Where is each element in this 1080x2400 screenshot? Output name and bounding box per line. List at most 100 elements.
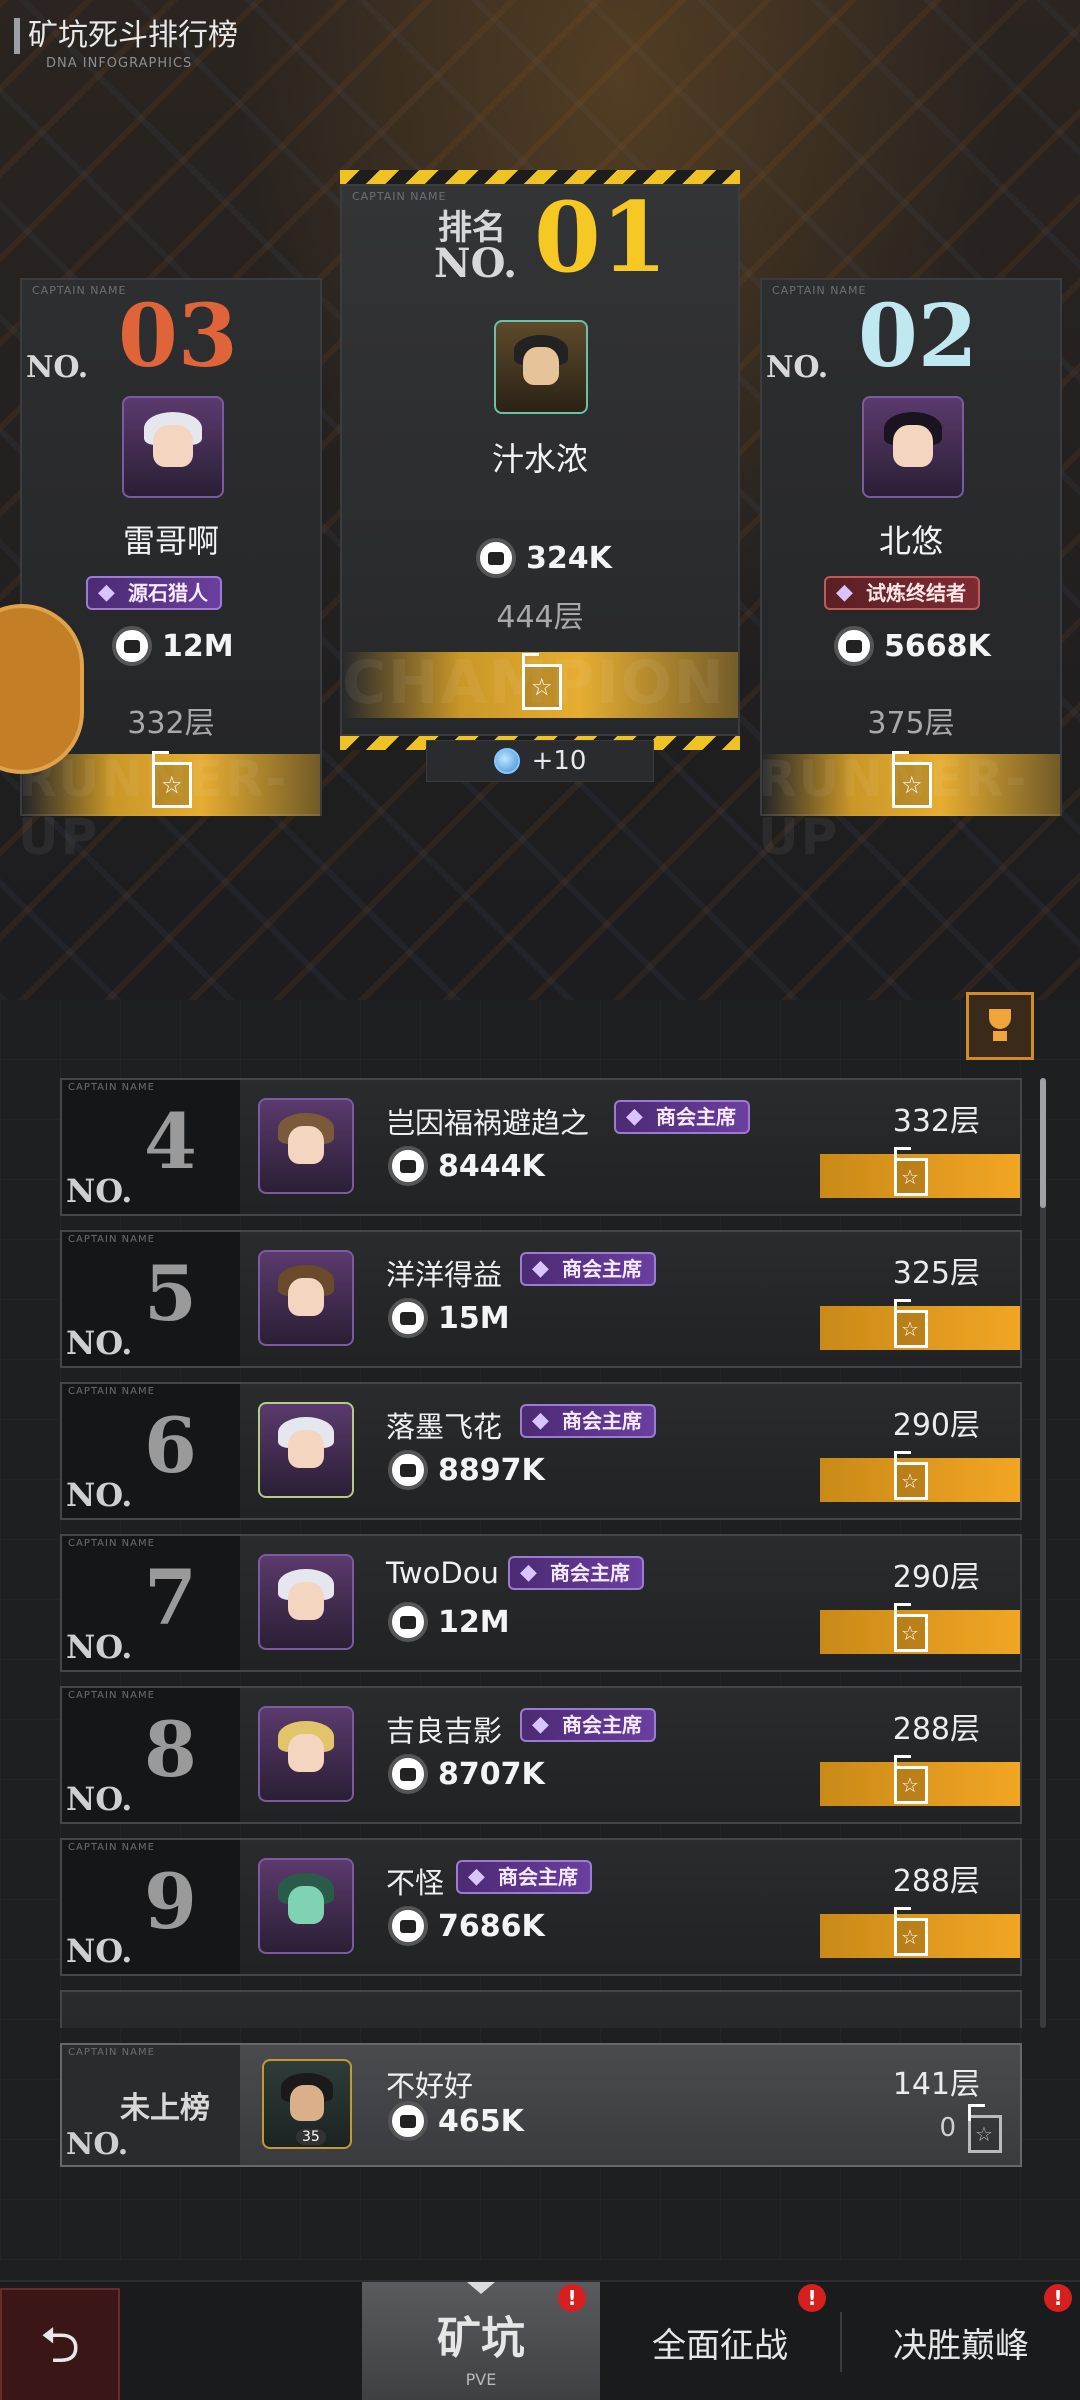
player-avatar [494,320,588,414]
tab-mine[interactable]: 矿坑 PVE ! [362,2282,600,2400]
floor-value: 288层 [892,1864,980,1899]
trophy-icon [983,1009,1017,1043]
floor-value: 141层 [892,2067,980,2102]
flag-icon [894,1603,928,1652]
captain-name-tag: CAPTAIN NAME [68,1538,155,1549]
floor-value: 375层 [867,706,955,741]
flag-icon [894,1147,928,1196]
ranking-row[interactable]: CAPTAIN NAME 7 NO. TwoDou 商会主席 12M 290层 [60,1534,1022,1672]
ranking-row[interactable]: CAPTAIN NAME 4 NO. 岂因福祸避趋之 商会主席 8444K 33… [60,1078,1022,1216]
rank-number: 4 [144,1097,197,1186]
rank-no-label: NO. [66,1628,133,1666]
floor-value: 444层 [496,600,584,635]
player-name: 北悠 [878,522,943,560]
rank-no-label: NO. [66,1172,133,1210]
power-value: 12M [438,1604,510,1640]
flag-icon [894,1451,928,1500]
scrollbar-thumb[interactable] [1040,1078,1046,1208]
power-stat: 465K [388,2101,524,2141]
podium-first[interactable]: CAPTAIN NAME 排名 NO. 01 汁水浓 324K 444层 CHA… [340,184,740,736]
rank-box: CAPTAIN NAME 6 NO. [62,1384,240,1518]
my-ranking-row[interactable]: CAPTAIN NAME 未上榜 NO. 35 不好好 465K 141层 0 [60,2043,1022,2167]
rank-no-label: NO. [66,2127,129,2162]
ranking-row[interactable]: CAPTAIN NAME 9 NO. 不怪 商会主席 7686K 288层 [60,1838,1022,1976]
floor-value: 290层 [892,1560,980,1595]
fist-icon [388,1146,428,1186]
player-avatar: 35 [262,2059,352,2149]
player-level: 35 [296,2129,326,2145]
flag-icon [894,1755,928,1804]
player-name: 岂因福祸避趋之 [386,1106,590,1140]
tab-label: 矿坑 [437,2313,525,2364]
bottom-tab-bar: ⮌ 矿坑 PVE ! 全面征战 ! 决胜巅峰 ! [0,2280,1080,2400]
player-name: 洋洋得益 [386,1258,503,1292]
title-badge: 商会主席 [456,1860,592,1894]
tab-label: 全面征战 [652,2326,788,2366]
power-stat: 8444K [388,1146,545,1186]
title-badge: 试炼终结者 [824,576,980,610]
player-avatar [258,1250,354,1346]
flag-icon [968,2104,1002,2153]
player-avatar [258,1858,354,1954]
power-value: 8707K [438,1756,545,1792]
flag-icon [894,1299,928,1348]
power-stat: 15M [388,1298,510,1338]
tab-full-campaign[interactable]: 全面征战 ! [600,2282,840,2400]
player-avatar [258,1554,354,1650]
power-value: 5668K [884,628,991,664]
list-scrollbar[interactable] [1040,1078,1046,2028]
rank-number: 6 [144,1401,197,1490]
rank-number: 02 [858,286,978,387]
player-avatar [862,396,964,498]
power-value: 8444K [438,1148,545,1184]
player-avatar [122,396,224,498]
title-badge: 商会主席 [520,1708,656,1742]
side-event-avatar[interactable] [0,604,84,774]
flag-count: 0 [939,2113,956,2143]
page-title: 矿坑死斗排行榜 [14,18,238,54]
player-name: 雷哥啊 [122,522,219,560]
player-name: 汁水浓 [491,440,588,478]
ranking-row-partial[interactable] [60,1990,1022,2028]
captain-name-tag: CAPTAIN NAME [68,1386,155,1397]
ranking-row[interactable]: CAPTAIN NAME 8 NO. 吉良吉影 商会主席 8707K 288层 [60,1686,1022,1824]
captain-name-tag: CAPTAIN NAME [68,2047,155,2058]
power-stat: 8707K [388,1754,545,1794]
alert-icon: ! [1044,2284,1072,2312]
captain-name-tag: CAPTAIN NAME [68,1234,155,1245]
captain-name-tag: CAPTAIN NAME [68,1842,155,1853]
power-stat: 8897K [388,1450,545,1490]
reward-bonus: +10 [426,740,654,782]
unranked-label: 未上榜 [120,2091,210,2126]
player-name: 不怪 [386,1866,445,1900]
gem-icon [493,748,520,774]
player-name: 落墨飞花 [386,1410,503,1444]
power-value: 8897K [438,1452,545,1488]
power-stat: 5668K [834,626,991,666]
alert-icon: ! [558,2284,586,2312]
rank-number: 9 [144,1857,197,1946]
ranking-row[interactable]: CAPTAIN NAME 5 NO. 洋洋得益 商会主席 15M 325层 [60,1230,1022,1368]
trophy-button[interactable] [966,992,1034,1060]
power-stat: 7686K [388,1906,545,1946]
title-badge: 商会主席 [614,1100,750,1134]
power-value: 7686K [438,1908,545,1944]
podium-second[interactable]: CAPTAIN NAME NO. 02 北悠 试炼终结者 5668K 375层 … [758,278,1062,866]
fist-icon [388,1450,428,1490]
ranking-row[interactable]: CAPTAIN NAME 6 NO. 落墨飞花 商会主席 8897K 290层 [60,1382,1022,1520]
power-stat: 12M [388,1602,510,1642]
player-avatar [258,1402,354,1498]
tab-sublabel: PVE [465,2370,497,2389]
back-button[interactable]: ⮌ [0,2288,120,2400]
rank-no-label: NO. [766,350,829,385]
fist-icon [388,1906,428,1946]
tab-peak-battle[interactable]: 决胜巅峰 ! [842,2282,1080,2400]
player-name: 不好好 [386,2069,474,2103]
title-badge: 商会主席 [508,1556,644,1590]
rank-box: CAPTAIN NAME 8 NO. [62,1688,240,1822]
rank-box: CAPTAIN NAME 4 NO. [62,1080,240,1214]
fist-icon [388,1298,428,1338]
fist-icon [388,1754,428,1794]
power-value: 324K [526,540,612,576]
ranking-list[interactable]: CAPTAIN NAME 4 NO. 岂因福祸避趋之 商会主席 8444K 33… [60,1078,1022,2028]
